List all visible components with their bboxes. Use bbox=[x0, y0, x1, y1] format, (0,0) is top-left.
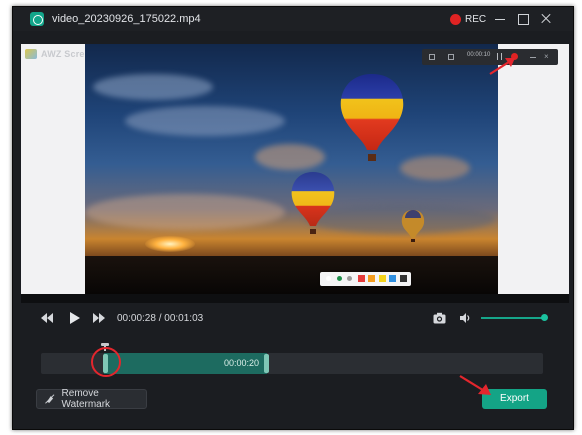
screenshot-icon[interactable] bbox=[448, 54, 454, 60]
annotation-color-bar bbox=[320, 272, 411, 286]
camera-icon[interactable] bbox=[433, 312, 446, 324]
annotation-circle bbox=[91, 347, 121, 377]
mini-toolbar-time: 00:00:10 bbox=[467, 52, 491, 58]
preview-left-strip bbox=[21, 44, 85, 294]
playback-time: 00:00:28 / 00:01:03 bbox=[117, 313, 203, 324]
title-bar: video_20230926_175022.mp4 REC bbox=[13, 7, 573, 31]
cloud bbox=[400, 156, 470, 180]
current-time: 00:00:28 bbox=[117, 313, 156, 324]
hot-air-balloon-small bbox=[401, 210, 425, 242]
annotation-color-swatch[interactable] bbox=[326, 276, 331, 281]
trim-end-handle[interactable] bbox=[264, 354, 269, 373]
remove-watermark-button[interactable]: Remove Watermark bbox=[36, 388, 147, 410]
fast-forward-icon[interactable] bbox=[92, 312, 106, 324]
annotation-color-swatch[interactable] bbox=[399, 275, 407, 282]
rewind-icon[interactable] bbox=[40, 312, 54, 324]
video-preview: AWZ Screen Recorder bbox=[21, 41, 569, 303]
play-icon[interactable] bbox=[67, 311, 81, 325]
close-icon[interactable] bbox=[537, 10, 555, 28]
minimize-icon[interactable] bbox=[491, 10, 509, 28]
window-title: video_20230926_175022.mp4 bbox=[52, 13, 201, 25]
edit-icon[interactable] bbox=[429, 54, 435, 60]
video-frame-image bbox=[85, 44, 498, 294]
preview-right-strip bbox=[498, 44, 569, 294]
watermark-remove-icon bbox=[45, 394, 55, 404]
watermark-logo-icon bbox=[25, 49, 37, 59]
sun bbox=[145, 236, 195, 252]
ground bbox=[85, 256, 498, 294]
annotation-color-swatch[interactable] bbox=[389, 275, 396, 282]
volume-slider[interactable] bbox=[481, 314, 548, 321]
volume-knob[interactable] bbox=[541, 314, 548, 321]
preview-bottom-edge bbox=[21, 294, 569, 303]
cloud bbox=[93, 74, 213, 100]
mini-minimize-icon[interactable] bbox=[530, 57, 536, 58]
total-time: 00:01:03 bbox=[164, 313, 204, 324]
volume-fill bbox=[481, 317, 545, 319]
hot-air-balloon-large bbox=[340, 74, 404, 161]
cloud bbox=[125, 106, 285, 136]
rec-dot-icon bbox=[450, 13, 461, 25]
selection-duration: 00:00:20 bbox=[224, 358, 260, 368]
volume-icon[interactable] bbox=[459, 312, 471, 324]
cloud bbox=[255, 144, 325, 170]
mini-close-icon[interactable]: × bbox=[544, 52, 549, 61]
cloud bbox=[85, 194, 285, 230]
app-logo-icon bbox=[30, 12, 44, 26]
maximize-icon[interactable] bbox=[514, 10, 532, 28]
rec-label: REC bbox=[465, 13, 487, 25]
annotation-arrow-icon bbox=[489, 58, 515, 75]
annotation-arrow-icon bbox=[459, 375, 491, 395]
rec-button[interactable]: REC bbox=[450, 12, 486, 26]
annotation-color-swatch[interactable] bbox=[336, 276, 342, 281]
annotation-color-swatch[interactable] bbox=[357, 275, 365, 282]
hot-air-balloon-medium bbox=[291, 172, 335, 234]
annotation-color-swatch[interactable] bbox=[347, 276, 352, 281]
annotation-color-swatch[interactable] bbox=[368, 275, 375, 282]
remove-watermark-label: Remove Watermark bbox=[61, 388, 111, 410]
annotation-color-swatch[interactable] bbox=[378, 275, 386, 282]
